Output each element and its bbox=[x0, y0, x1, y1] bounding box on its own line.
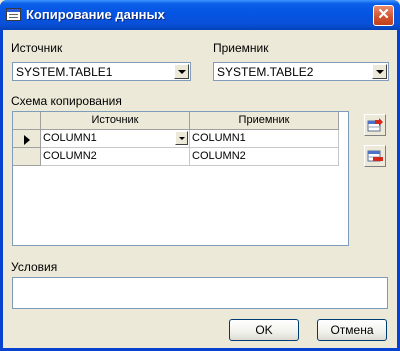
chevron-down-icon[interactable] bbox=[175, 131, 188, 145]
source-table-select[interactable]: SYSTEM.TABLE1 bbox=[12, 62, 191, 81]
close-icon: ✕ bbox=[377, 6, 390, 23]
table-row-source-cell[interactable]: COLUMN2 bbox=[41, 148, 190, 166]
grid-corner bbox=[13, 112, 41, 130]
table-icon bbox=[6, 8, 21, 21]
grid-header-target[interactable]: Приемник bbox=[190, 112, 339, 130]
remove-row-icon bbox=[367, 150, 383, 162]
chevron-down-icon[interactable] bbox=[372, 64, 387, 79]
row-header[interactable] bbox=[13, 130, 41, 148]
cell-value: COLUMN1 bbox=[43, 132, 97, 144]
target-table-value: SYSTEM.TABLE2 bbox=[217, 65, 314, 79]
table-row-source-cell[interactable]: COLUMN1 bbox=[41, 130, 190, 148]
remove-row-button[interactable] bbox=[364, 145, 386, 167]
chevron-down-icon[interactable] bbox=[174, 64, 189, 79]
add-row-icon bbox=[367, 118, 383, 132]
target-table-select[interactable]: SYSTEM.TABLE2 bbox=[213, 62, 389, 81]
title-bar[interactable]: Копирование данных ✕ bbox=[0, 0, 400, 30]
source-table-value: SYSTEM.TABLE1 bbox=[16, 65, 113, 79]
add-row-button[interactable] bbox=[364, 114, 386, 136]
row-header[interactable] bbox=[13, 148, 41, 166]
conditions-field[interactable] bbox=[12, 277, 388, 309]
mapping-grid[interactable]: Источник Приемник COLUMN1 COLUMN1 COLUMN… bbox=[12, 111, 349, 246]
close-button[interactable]: ✕ bbox=[373, 5, 394, 26]
source-label: Источник bbox=[11, 41, 63, 55]
table-row-target-cell[interactable]: COLUMN2 bbox=[190, 148, 339, 166]
current-row-icon bbox=[24, 135, 30, 145]
ok-button[interactable]: OK bbox=[229, 319, 299, 341]
target-label: Приемник bbox=[213, 41, 269, 55]
mapping-label: Схема копирования bbox=[11, 94, 122, 108]
conditions-label: Условия bbox=[11, 260, 58, 274]
table-row-target-cell[interactable]: COLUMN1 bbox=[190, 130, 339, 148]
cancel-button[interactable]: Отмена bbox=[317, 319, 387, 341]
window-title: Копирование данных bbox=[26, 7, 165, 22]
grid-header-source[interactable]: Источник bbox=[41, 112, 190, 130]
